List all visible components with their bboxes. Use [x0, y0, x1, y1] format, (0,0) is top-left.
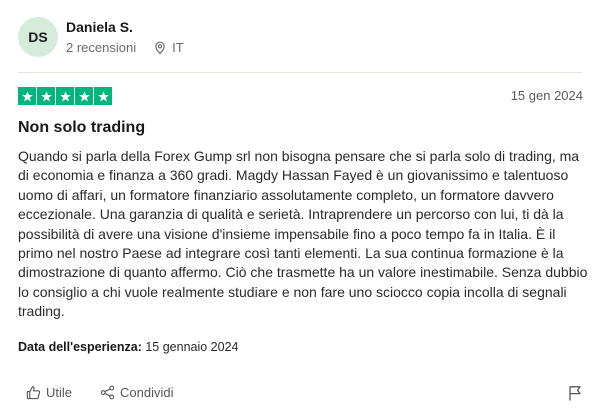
report-button[interactable] — [568, 385, 582, 406]
experience-date: Data dell'esperienza: 15 gennaio 2024 — [18, 340, 239, 354]
reviewer-info: Daniela S. 2 recensioni IT — [66, 18, 184, 56]
thumbs-up-icon — [26, 386, 41, 400]
share-icon — [100, 385, 115, 400]
reviewer-header: DS Daniela S. 2 recensioni IT — [18, 17, 184, 57]
star-icon — [75, 87, 93, 105]
useful-label: Utile — [46, 385, 73, 400]
share-button[interactable]: Condividi — [100, 385, 174, 400]
reviewer-country: IT — [172, 40, 184, 55]
reviewer-name[interactable]: Daniela S. — [66, 18, 184, 36]
review-body: Quando si parla della Forex Gump srl non… — [18, 148, 588, 320]
experience-label: Data dell'esperienza: — [18, 340, 142, 354]
header-divider — [18, 72, 582, 73]
star-icon — [94, 87, 112, 105]
share-label: Condividi — [120, 385, 174, 400]
star-icon — [18, 87, 36, 105]
reviews-count: 2 recensioni — [66, 40, 137, 55]
avatar-initials: DS — [28, 29, 48, 45]
star-icon — [37, 87, 55, 105]
review-title[interactable]: Non solo trading — [18, 119, 145, 137]
star-rating — [18, 87, 113, 105]
flag-icon — [569, 386, 581, 401]
location-pin-icon — [155, 41, 165, 55]
star-icon — [56, 87, 74, 105]
review-actions: Utile Condividi — [26, 385, 202, 400]
experience-value: 15 gennaio 2024 — [145, 340, 239, 354]
avatar[interactable]: DS — [18, 17, 58, 57]
reviewer-meta: 2 recensioni IT — [66, 40, 184, 56]
review-date: 15 gen 2024 — [510, 88, 583, 103]
useful-button[interactable]: Utile — [26, 385, 72, 400]
